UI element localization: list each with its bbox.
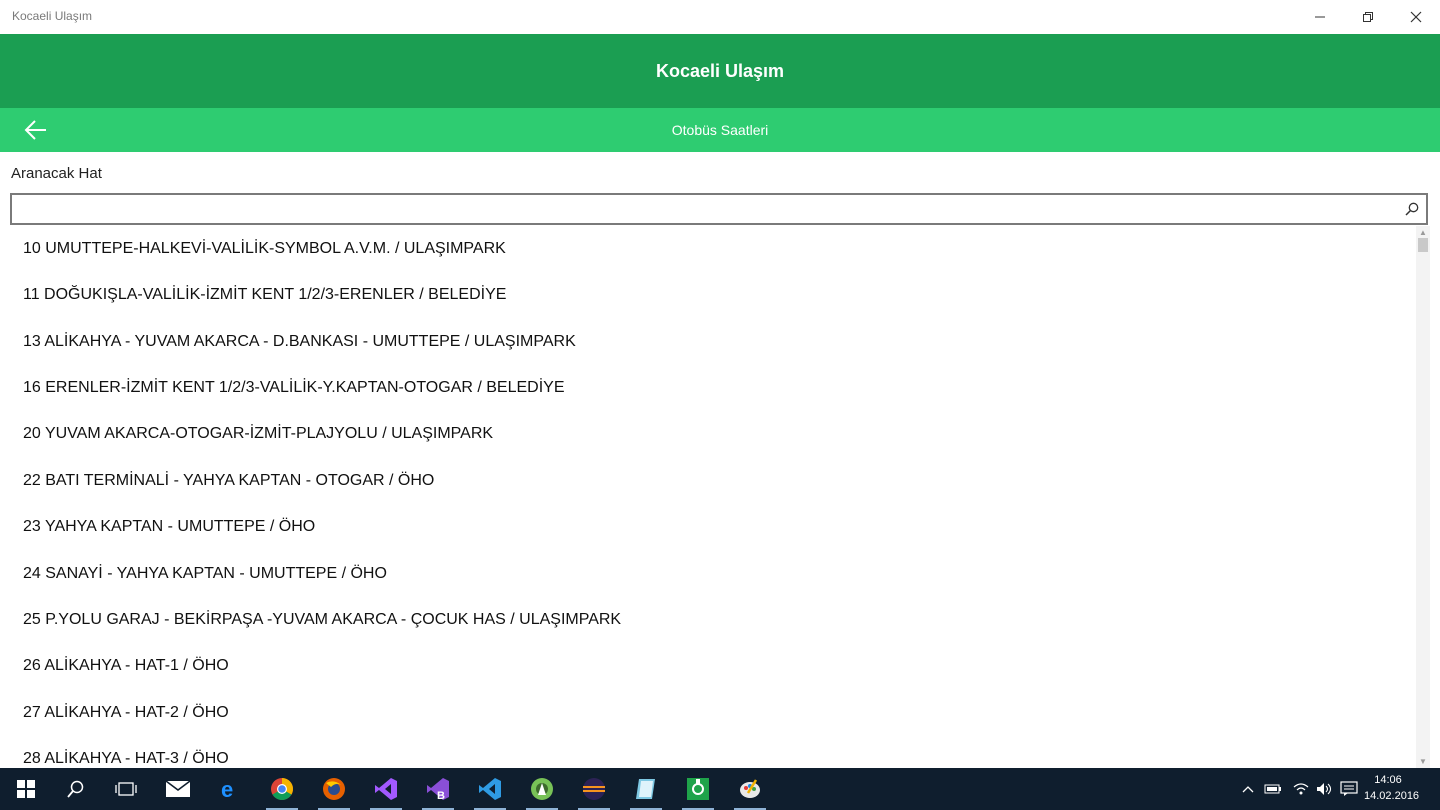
edge-icon[interactable]: e — [210, 773, 250, 805]
list-item[interactable]: 27 ALİKAHYA - HAT-2 / ÖHO — [23, 690, 229, 736]
page-title: Kocaeli Ulaşım — [655, 60, 785, 81]
scroll-thumb[interactable] — [1418, 238, 1428, 252]
chrome-icon[interactable] — [262, 773, 302, 810]
visual-studio-blend-icon[interactable]: B — [418, 773, 458, 810]
list-item[interactable]: 11 DOĞUKIŞLA-VALİLİK-İZMİT KENT 1/2/3-ER… — [23, 272, 506, 318]
close-icon — [1410, 11, 1422, 23]
window-title-bar: Kocaeli Ulaşım — [0, 0, 1440, 34]
search-icon — [1405, 202, 1419, 216]
section-title: Otobüs Saatleri — [671, 122, 769, 138]
clock-time: 14:06 — [1374, 774, 1402, 786]
route-list: 10 UMUTTEPE-HALKEVİ-VALİLİK-SYMBOL A.V.M… — [0, 226, 1416, 768]
list-item[interactable]: 25 P.YOLU GARAJ - BEKİRPAŞA -YUVAM AKARC… — [23, 597, 621, 643]
sub-header: Otobüs Saatleri — [0, 108, 1440, 152]
windows-start-icon[interactable] — [6, 773, 46, 805]
list-item[interactable]: 16 ERENLER-İZMİT KENT 1/2/3-VALİLİK-Y.KA… — [23, 365, 565, 411]
volume-icon[interactable] — [1314, 768, 1336, 810]
list-item[interactable]: 20 YUVAM AKARCA-OTOGAR-İZMİT-PLAJYOLU / … — [23, 411, 493, 457]
clock-date: 14.02.2016 — [1364, 790, 1420, 802]
scroll-up-icon[interactable]: ▲ — [1419, 228, 1427, 237]
list-item[interactable]: 26 ALİKAHYA - HAT-1 / ÖHO — [23, 643, 229, 689]
list-item[interactable]: 24 SANAYİ - YAHYA KAPTAN - UMUTTEPE / ÖH… — [23, 551, 387, 597]
search-label: Aranacak Hat — [11, 165, 102, 182]
minimize-button[interactable] — [1296, 0, 1344, 34]
svg-text:B: B — [437, 790, 445, 801]
list-item[interactable]: 28 ALİKAHYA - HAT-3 / ÖHO — [23, 736, 229, 768]
wifi-icon[interactable] — [1290, 768, 1312, 810]
list-item[interactable]: 13 ALİKAHYA - YUVAM AKARCA - D.BANKASI -… — [23, 319, 576, 365]
clock[interactable]: 14:06 14.02.2016 — [1364, 772, 1420, 804]
close-button[interactable] — [1392, 0, 1440, 34]
notifications-icon[interactable] — [1338, 768, 1360, 810]
chevron-up-icon[interactable] — [1238, 768, 1258, 810]
svg-text:e: e — [221, 778, 233, 800]
list-item[interactable]: 23 YAHYA KAPTAN - UMUTTEPE / ÖHO — [23, 504, 315, 550]
vscode-icon[interactable] — [470, 773, 510, 810]
app-header: Kocaeli Ulaşım — [0, 34, 1440, 108]
restore-icon — [1363, 12, 1373, 22]
search-button[interactable] — [1402, 199, 1422, 219]
eclipse-icon[interactable] — [574, 773, 614, 810]
firefox-icon[interactable] — [314, 773, 354, 810]
search-input[interactable] — [18, 197, 1388, 221]
mail-icon[interactable] — [158, 773, 198, 805]
battery-icon[interactable] — [1262, 768, 1284, 810]
task-view-icon[interactable] — [106, 773, 146, 805]
list-item[interactable]: 10 UMUTTEPE-HALKEVİ-VALİLİK-SYMBOL A.V.M… — [23, 226, 506, 272]
search-box — [10, 193, 1428, 225]
android-studio-icon[interactable] — [522, 773, 562, 810]
paint-icon[interactable] — [730, 773, 770, 810]
restore-button[interactable] — [1344, 0, 1392, 34]
taskbar: e B 14:06 14.02.2016 — [0, 768, 1440, 810]
visual-studio-icon[interactable] — [366, 773, 406, 810]
vertical-scrollbar[interactable]: ▲ ▼ — [1416, 226, 1430, 768]
minimize-icon — [1315, 16, 1325, 18]
list-item[interactable]: 22 BATI TERMİNALİ - YAHYA KAPTAN - OTOGA… — [23, 458, 434, 504]
search-icon[interactable] — [56, 773, 96, 805]
app-icon[interactable] — [678, 773, 718, 810]
notepad-icon[interactable] — [626, 773, 666, 810]
window-title: Kocaeli Ulaşım — [12, 9, 93, 23]
scroll-down-icon[interactable]: ▼ — [1419, 757, 1427, 766]
